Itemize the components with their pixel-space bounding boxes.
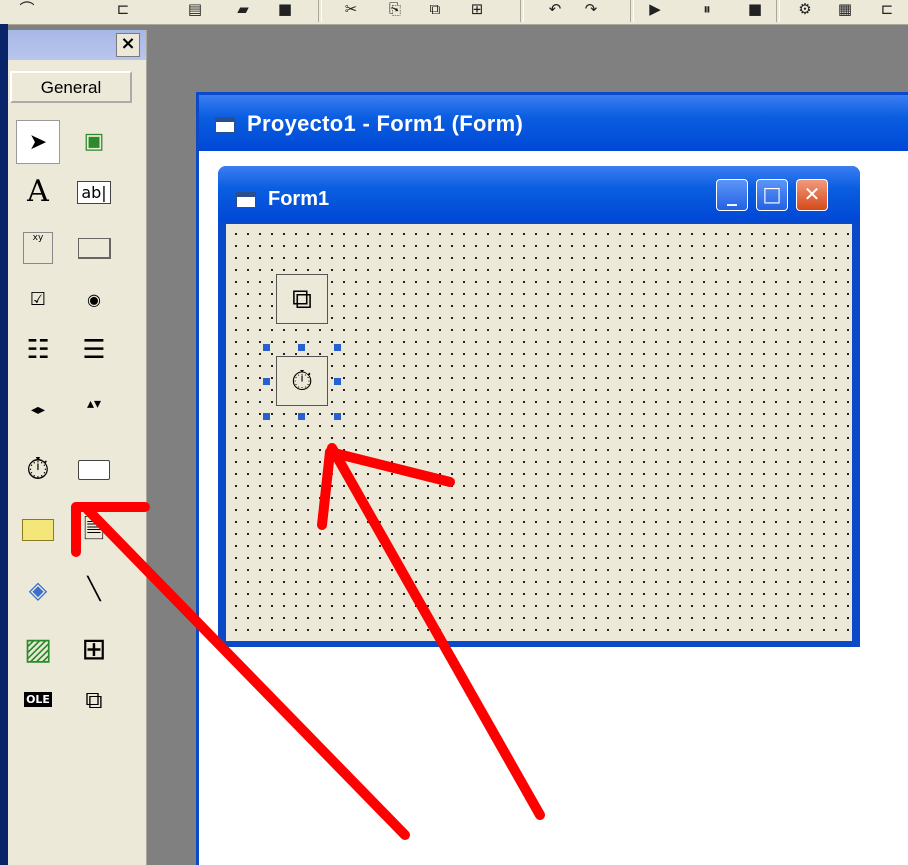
listbox-glyph: ☰ [82,335,106,365]
form1-window[interactable]: Form1 _ □ ✕ [218,166,860,647]
selection-handle[interactable] [298,413,305,420]
timer-glyph: ⏱ [26,452,50,487]
commandbutton-tool-icon[interactable] [72,226,116,270]
frame-tool-icon[interactable]: xy [16,226,60,270]
toolbar-find-icon[interactable]: ⊞ [462,0,492,20]
toolbox-titlebar[interactable]: × [8,30,146,60]
minimize-button[interactable]: _ [716,179,748,211]
data-tool-icon[interactable]: ⊞ [72,628,116,672]
drivelistbox-tool-icon[interactable] [72,448,116,492]
toolbar-separator [318,0,322,22]
toolbar-separator [776,0,780,22]
timer-control[interactable]: ⏱ [276,356,328,406]
form-icon [236,192,256,208]
close-button[interactable]: ✕ [796,179,828,211]
line-tool-icon[interactable]: ╲ [72,568,116,612]
picturebox-glyph: ▣ [83,129,105,154]
toolbar-separator [630,0,634,22]
selection-handle[interactable] [298,344,305,351]
selection-handle[interactable] [263,344,270,351]
toolbar-undo-icon[interactable]: ↶ [540,0,570,20]
commandbutton-glyph [77,237,111,259]
combobox-glyph: ☷ [26,335,50,365]
selection-handle[interactable] [334,378,341,385]
toolbar-redo-icon[interactable]: ↷ [576,0,606,20]
component-tool-icon[interactable]: ⧉ [72,678,116,722]
selection-handle[interactable] [263,413,270,420]
ole-tool-icon[interactable]: OLE [16,678,60,722]
optionbutton-tool-icon[interactable]: ◉ [72,278,116,322]
listbox-tool-icon[interactable]: ☰ [72,328,116,372]
pointer-tool-icon[interactable]: ➤ [16,120,60,164]
form-window-icon [215,117,235,133]
ole-glyph: OLE [24,692,52,707]
component-control-icon: ⧉ [292,282,312,315]
checkbox-glyph: ☑ [29,289,47,310]
maximize-button[interactable]: □ [756,179,788,211]
component-glyph: ⧉ [85,686,103,714]
form1-titlebar[interactable]: Form1 _ □ ✕ [218,166,860,222]
timer-control-icon: ⏱ [291,364,313,397]
hscrollbar-tool-icon[interactable]: ◂▸ [16,388,60,432]
image-glyph: ▨ [23,632,53,667]
combobox-tool-icon[interactable]: ☷ [16,328,60,372]
frame-glyph: xy [23,232,53,264]
label-tool-icon[interactable]: A [16,170,60,214]
textbox-tool-icon[interactable]: ab| [72,170,116,214]
filelistbox-tool-icon[interactable]: 🗎 [72,508,116,552]
component-control[interactable]: ⧉ [276,274,328,324]
vscrollbar-tool-icon[interactable]: ▴▾ [72,388,116,432]
toolbar-end-icon[interactable]: ■ [740,0,770,20]
toolbar-paste-icon[interactable]: ⧉ [420,0,450,20]
toolbar-add-form-icon[interactable]: ⊏ [108,0,138,20]
toolbox-general-tab[interactable]: General [10,71,132,103]
picturebox-tool-icon[interactable]: ▣ [72,120,116,164]
toolbar-add-project-icon[interactable]: ⌒ [12,0,42,20]
form1-title: Form1 [268,188,330,210]
selection-handle[interactable] [263,378,270,385]
toolbox-close-button[interactable]: × [116,33,140,57]
toolbar-form-layout-icon[interactable]: ⊏ [872,0,902,20]
checkbox-tool-icon[interactable]: ☑ [16,278,60,322]
toolbar-copy-icon[interactable]: ⎘ [380,0,410,20]
toolbar-cut-icon[interactable]: ✂ [336,0,366,20]
drivelistbox-glyph [78,460,110,480]
shape-glyph: ◈ [28,576,48,604]
image-tool-icon[interactable]: ▨ [16,628,60,672]
timer-tool-icon[interactable]: ⏱ [16,448,60,492]
project-window-titlebar[interactable]: Proyecto1 - Form1 (Form) [199,95,908,151]
toolbar-open-icon[interactable]: ▰ [228,0,258,20]
toolbar-save-icon[interactable]: ■ [270,0,300,20]
toolbar-properties-icon[interactable]: ▦ [830,0,860,20]
toolbar-project-explorer-icon[interactable]: ⚙ [790,0,820,20]
hscrollbar-glyph: ◂▸ [30,402,46,418]
main-toolbar: ⌒ ⊏ ▤ ▰ ■ ✂ ⎘ ⧉ ⊞ ↶ ↷ ▶ ⏸ ■ ⚙ ▦ ⊏ [0,0,908,25]
toolbar-separator [520,0,524,22]
toolbar-break-icon[interactable]: ⏸ [692,0,722,20]
pointer-glyph: ➤ [28,130,48,155]
selection-handle[interactable] [334,344,341,351]
dirlistbox-glyph [22,519,54,541]
line-glyph: ╲ [87,577,101,602]
optionbutton-glyph: ◉ [87,290,101,309]
textbox-glyph: ab| [77,181,111,204]
project-window-title: Proyecto1 - Form1 (Form) [247,111,524,136]
label-glyph: A [27,174,49,209]
shape-tool-icon[interactable]: ◈ [16,568,60,612]
toolbar-menu-editor-icon[interactable]: ▤ [180,0,210,20]
selection-handle[interactable] [334,413,341,420]
toolbox: × General ➤ ▣ A ab| xy ☑ ◉ ☷ ☰ ◂▸ ▴▾ ⏱ 🗎… [8,30,147,865]
vscrollbar-glyph: ▴▾ [86,396,102,412]
data-glyph: ⊞ [81,632,107,667]
filelistbox-glyph: 🗎 [83,515,105,545]
window-border [0,24,8,865]
toolbar-start-icon[interactable]: ▶ [640,0,670,20]
dirlistbox-tool-icon[interactable] [16,508,60,552]
